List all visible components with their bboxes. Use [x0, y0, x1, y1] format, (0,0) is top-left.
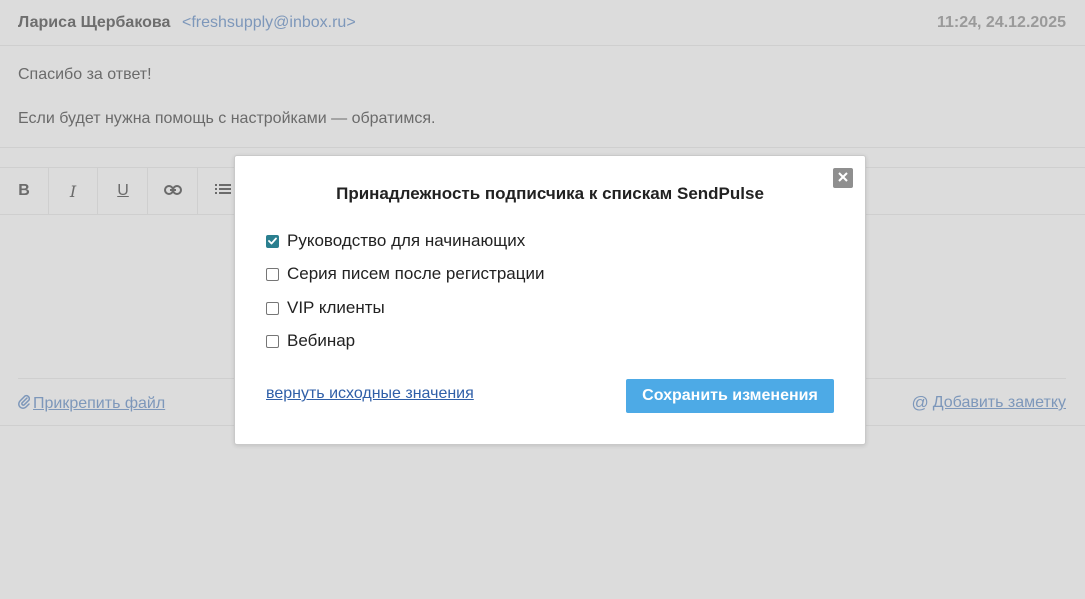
checkbox[interactable] — [266, 334, 279, 348]
list-option[interactable]: VIP клиенты — [266, 298, 385, 318]
attach-file-label: Прикрепить файл — [33, 394, 166, 412]
message-line: Если будет нужна помощь с настройками — … — [18, 110, 436, 127]
bold-button[interactable]: B — [0, 168, 49, 214]
list-option-label: VIP клиенты — [287, 298, 385, 317]
add-note-link[interactable]: @ Добавить заметку — [911, 393, 1066, 413]
list-option-label: Серия писем после регистрации — [287, 264, 545, 283]
subscriber-lists-modal: Принадлежность подписчика к спискам Send… — [234, 155, 866, 445]
list-icon — [215, 182, 231, 200]
list-option[interactable]: Серия писем после регистрации — [266, 264, 544, 284]
message-header: Лариса Щербакова <freshsupply@inbox.ru> … — [0, 0, 1085, 46]
divider — [0, 147, 1085, 148]
checkbox[interactable] — [266, 267, 279, 281]
paperclip-icon — [18, 393, 31, 414]
modal-title: Принадлежность подписчика к спискам Send… — [336, 184, 764, 203]
save-changes-button[interactable]: Сохранить изменения — [626, 379, 834, 413]
sender-email[interactable]: <freshsupply@inbox.ru> — [182, 14, 356, 32]
link-button[interactable] — [149, 168, 198, 214]
sender-name: Лариса Щербакова — [18, 14, 171, 31]
link-icon — [164, 182, 182, 200]
list-option[interactable]: Руководство для начинающих — [266, 231, 525, 251]
reset-defaults-link[interactable]: вернуть исходные значения — [266, 385, 474, 403]
add-note-label: Добавить заметку — [932, 394, 1066, 411]
list-option-label: Вебинар — [287, 331, 356, 350]
message-body: Спасибо за ответ! Если будет нужна помощ… — [18, 65, 435, 131]
at-icon: @ — [911, 393, 929, 412]
message-line: Спасибо за ответ! — [18, 66, 152, 83]
checkbox[interactable] — [266, 301, 279, 315]
underline-button[interactable]: U — [99, 168, 148, 214]
checkbox-checked[interactable] — [266, 234, 279, 248]
attach-file-link[interactable]: Прикрепить файл — [18, 393, 165, 414]
list-option[interactable]: Вебинар — [266, 331, 355, 351]
list-option-label: Руководство для начинающих — [287, 231, 526, 250]
italic-button[interactable]: I — [49, 168, 98, 214]
message-datetime: 11:24, 24.12.2025 — [936, 14, 1066, 31]
